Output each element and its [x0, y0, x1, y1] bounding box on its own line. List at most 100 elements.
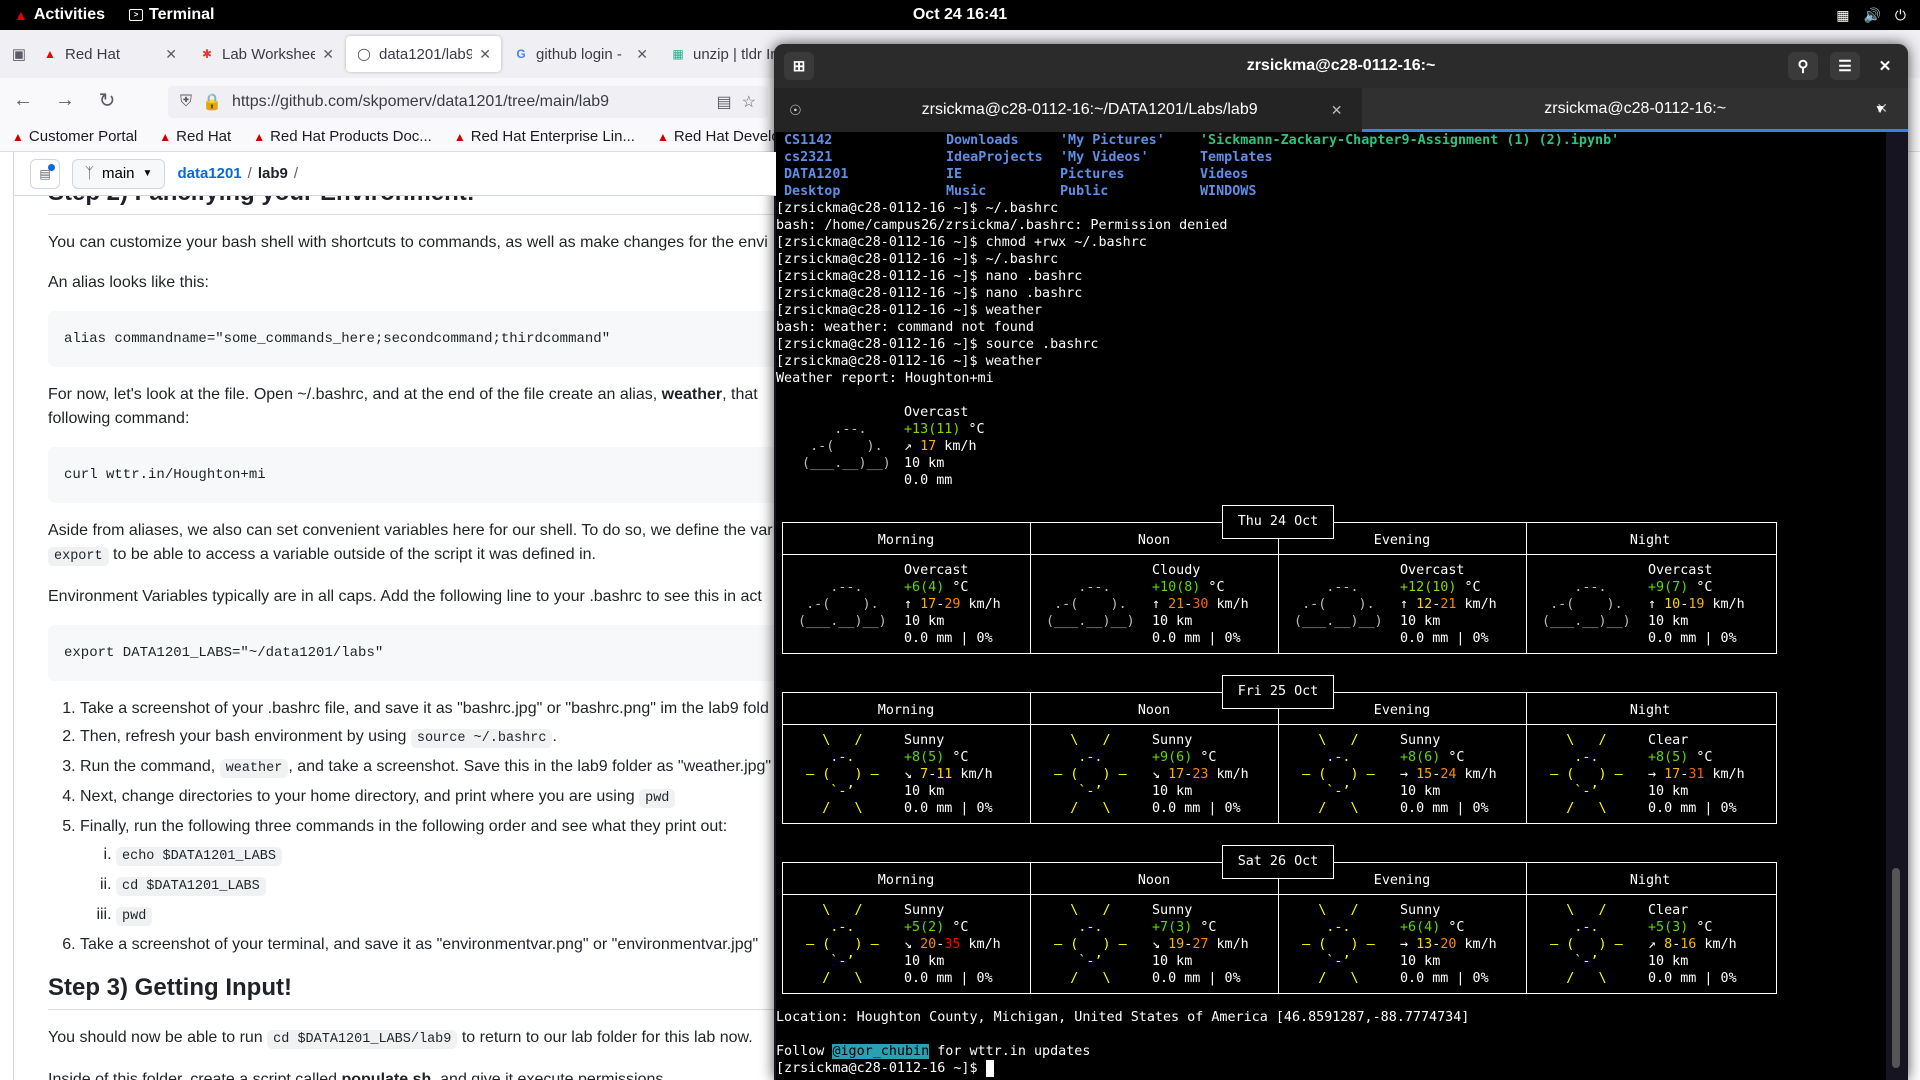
paragraph: For now, let's look at the file. Open ~/…	[48, 383, 776, 431]
forecast-wind: ↑ 17-29 km/h	[904, 596, 1001, 613]
current-wind: ↗ 17 km/h	[904, 438, 977, 455]
wind-arrow: →	[1400, 937, 1417, 952]
reload-icon[interactable]: ↻	[94, 88, 120, 113]
close-icon[interactable]: ✕	[1870, 52, 1900, 80]
prompt: [zrsickma@c28-0112-16 ~]$	[776, 235, 986, 250]
close-tab-icon[interactable]: ✕	[1331, 102, 1343, 119]
close-tab-icon[interactable]: ✕	[479, 46, 491, 63]
breadcrumb-repo-link[interactable]: data1201	[177, 165, 241, 182]
browser-tab-active[interactable]: ◯ data1201/lab9 ✕	[346, 36, 501, 72]
code-block: export DATA1201_LABS="~/data1201/labs"	[48, 625, 776, 681]
text: Finally, run the following three command…	[80, 818, 728, 835]
scrollbar-thumb[interactable]	[1892, 868, 1900, 1068]
terminal-tab-active[interactable]: zrsickma@c28-0112-16:~ ✕	[1362, 88, 1908, 132]
ls-output-row: DATA1201 IE Pictures Videos	[776, 166, 1876, 183]
forecast-precip: 0.0 mm | 0%	[1400, 801, 1489, 816]
wind-arrow: ↘	[1152, 937, 1169, 952]
inline-code: pwd	[639, 789, 676, 808]
activities-button[interactable]: ▲ Activities	[0, 0, 119, 30]
forecast-wind: ↑ 12-21 km/h	[1400, 596, 1497, 613]
expand-file-tree-icon[interactable]: ▤	[30, 158, 60, 189]
current-visibility: 10 km	[904, 456, 945, 471]
forecast-visibility: 10 km	[904, 954, 945, 969]
forecast-temperature: +12(10) °C	[1400, 579, 1481, 596]
temp-unit: °C	[1688, 750, 1713, 765]
forecast-period: Morning	[877, 533, 935, 548]
wind-min: 17	[920, 597, 937, 612]
wind-max: 19	[1688, 597, 1705, 612]
terminal-tab[interactable]: zrsickma@c28-0112-16:~/DATA1201/Labs/lab…	[817, 88, 1363, 132]
feels-like: (3)	[1664, 920, 1689, 935]
wind-min: 10	[1664, 597, 1681, 612]
terminal-icon: >	[129, 9, 143, 21]
forecast-visibility: 10 km	[1152, 784, 1193, 799]
forecast-wind: ↘ 17-23 km/h	[1152, 766, 1249, 783]
text: to return to our lab folder for this lab…	[457, 1029, 753, 1046]
bookmark-label: Customer Portal	[28, 128, 138, 145]
wind-unit: km/h	[960, 597, 1001, 612]
close-tab-icon[interactable]: ✕	[165, 46, 177, 63]
bookmark-item[interactable]: ▲ Red Hat Enterprise Lin...	[454, 128, 635, 145]
branch-selector[interactable]: ᛉ main ▼	[72, 158, 166, 189]
terminal-scrollbar[interactable]	[1892, 156, 1900, 1068]
wind-speed: 17	[920, 439, 937, 454]
wind-min: 8	[1664, 937, 1673, 952]
forecast-visibility: 10 km	[1648, 954, 1689, 969]
browser-tab[interactable]: ✱ Lab Workshee ✕	[189, 36, 344, 72]
text: , and give it execute permissions.	[431, 1071, 668, 1080]
temp-value: +9	[1648, 580, 1665, 595]
command-line: [zrsickma@c28-0112-16 ~]$ nano .bashrc	[776, 268, 1082, 285]
forecast-condition: Overcast	[904, 563, 969, 578]
forecast-period: Night	[1629, 703, 1671, 718]
cloud-ascii-icon: (___.__)__)	[794, 456, 899, 471]
new-tab-icon[interactable]: ⊞	[784, 52, 814, 80]
volume-icon: 🔊	[1863, 6, 1881, 23]
browser-tab[interactable]: G github login - ✕	[503, 36, 658, 72]
wind-unit: km/h	[1208, 597, 1249, 612]
close-tab-icon[interactable]: ✕	[322, 46, 334, 63]
forward-icon[interactable]: →	[52, 89, 78, 112]
app-menu-terminal[interactable]: > Terminal	[119, 0, 225, 30]
breadcrumb: data1201 / lab9 /	[177, 165, 304, 182]
temp-unit: °C	[944, 580, 969, 595]
forecast-temperature: +5(2) °C	[904, 919, 969, 936]
command-line: [zrsickma@c28-0112-16 ~]$ source .bashrc	[776, 336, 1098, 353]
reader-view-icon[interactable]: ▤	[717, 92, 732, 112]
bookmark-item[interactable]: ▲ Red Hat Products Doc...	[253, 128, 432, 145]
browser-tab[interactable]: ▲ Red Hat ✕	[32, 36, 187, 72]
sun-ascii-icon: ― ( ) ―	[1534, 767, 1639, 782]
tab-overview-icon[interactable]: ▣	[8, 43, 30, 65]
forecast-precip: 0.0 mm | 0%	[1152, 801, 1241, 816]
prompt: [zrsickma@c28-0112-16 ~]$	[776, 354, 986, 369]
ls-entry: DATA1201	[784, 167, 849, 182]
system-tray[interactable]: ▦ 🔊 ⏻	[1836, 0, 1906, 30]
wind-max: 24	[1440, 767, 1457, 782]
bookmark-label: Red Hat Enterprise Lin...	[470, 128, 635, 145]
tab-list-chevron-icon[interactable]: ▼	[1874, 102, 1886, 116]
forecast-visibility: 10 km	[1152, 954, 1193, 969]
bookmark-item[interactable]: ▲ Customer Portal	[12, 128, 137, 145]
temp-value: +6	[1400, 920, 1417, 935]
list-item: Take a screenshot of your terminal, and …	[80, 933, 776, 957]
back-icon[interactable]: ←	[10, 89, 36, 112]
wind-unit: km/h	[1456, 597, 1497, 612]
app-menu-label: Terminal	[149, 6, 215, 23]
terminal-output[interactable]: CS1142 Downloads 'My Pictures' 'Sickmann-Za…	[776, 132, 1886, 1080]
url-text[interactable]: https://github.com/skpomerv/data1201/tre…	[232, 93, 707, 111]
follow-text: for wttr.in updates	[929, 1044, 1091, 1059]
bookmark-star-icon[interactable]: ☆	[742, 92, 756, 112]
wind-unit: km/h	[1208, 767, 1249, 782]
url-bar[interactable]: ⛨ 🔒 https://github.com/skpomerv/data1201…	[168, 86, 768, 118]
close-tab-icon[interactable]: ✕	[636, 46, 648, 63]
forecast-period: Noon	[1137, 533, 1171, 548]
branch-name: main	[102, 165, 135, 182]
search-icon[interactable]: ⚲	[1788, 52, 1818, 80]
wind-min: 17	[1168, 767, 1185, 782]
shield-icon[interactable]: ⛨	[180, 93, 192, 111]
feels-like: (6)	[1168, 750, 1193, 765]
clock[interactable]: Oct 24 16:41	[913, 6, 1007, 23]
sun-ascii-icon: ― ( ) ―	[1534, 937, 1639, 952]
lock-icon[interactable]: 🔒	[202, 92, 222, 112]
bookmark-item[interactable]: ▲ Red Hat	[159, 128, 231, 145]
hamburger-menu-icon[interactable]: ☰	[1830, 52, 1860, 80]
